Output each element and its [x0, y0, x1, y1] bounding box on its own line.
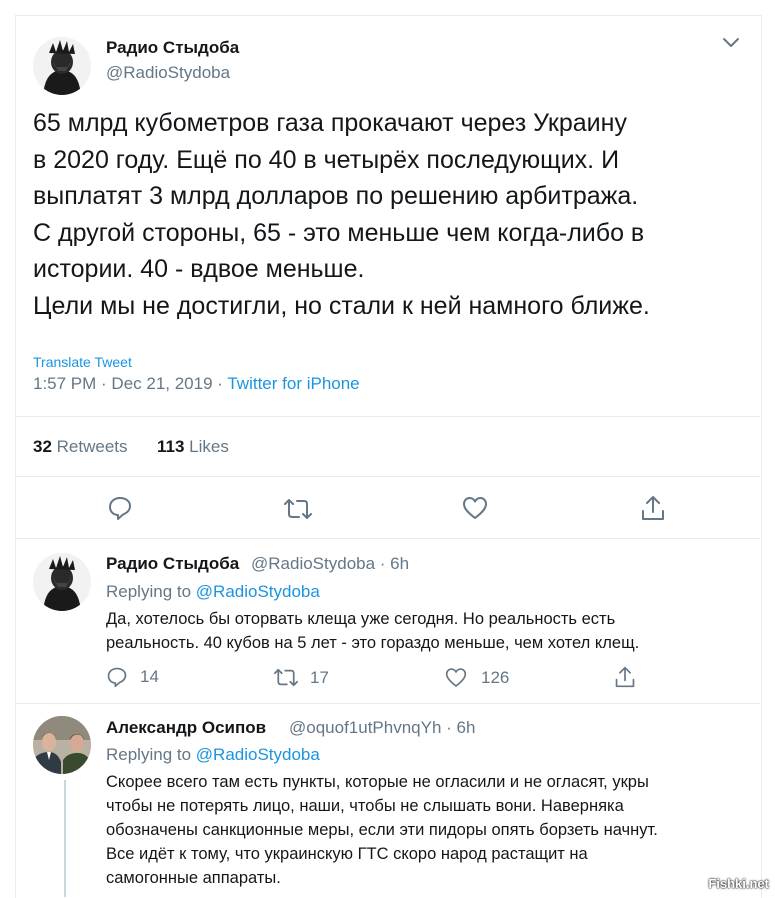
share-icon: [642, 496, 664, 520]
reply-text-line: Да, хотелось бы оторвать клеща уже сегод…: [106, 610, 616, 628]
share-button[interactable]: [640, 494, 666, 522]
likes-label: Likes: [189, 437, 229, 456]
chevron-down-icon[interactable]: [722, 36, 740, 50]
share-icon: [615, 666, 635, 688]
reply-text: Скорее всего там есть пункты, которые не…: [106, 770, 658, 890]
author-handle[interactable]: @RadioStydoba: [106, 63, 230, 83]
reply-text-line: обозначены санкционные меры, если эти пи…: [106, 821, 658, 839]
retweet-icon: [284, 499, 312, 519]
tweet-text-line: 65 млрд кубометров газа прокачают через …: [33, 109, 627, 137]
retweet-button[interactable]: 17: [274, 667, 329, 688]
watermark: Fishki.net: [708, 876, 769, 891]
avatar[interactable]: [33, 553, 91, 611]
reply-text: Да, хотелось бы оторвать клеща уже сегод…: [106, 607, 639, 655]
share-button[interactable]: [614, 665, 636, 689]
avatar[interactable]: [33, 37, 91, 95]
divider: [16, 538, 760, 539]
author-name[interactable]: Радио Стыдоба: [106, 38, 239, 58]
translate-tweet-link[interactable]: Translate Tweet: [33, 354, 132, 370]
heart-icon: [463, 497, 487, 519]
reply-author-name[interactable]: Александр Осипов: [106, 718, 266, 738]
retweets-label: Retweets: [56, 437, 128, 456]
tweet-text-line: истории. 40 - вдвое меньше.: [33, 255, 365, 283]
like-button[interactable]: [462, 496, 488, 520]
reply-icon: [107, 667, 127, 688]
reply-count: 14: [140, 667, 159, 686]
reply-text-line: Все идёт к тому, что украинскую ГТС скор…: [106, 845, 588, 863]
tweet-text-line: С другой стороны, 65 - это меньше чем ко…: [33, 218, 645, 247]
divider: [16, 476, 760, 477]
like-button[interactable]: 126: [445, 667, 509, 688]
heart-icon: [445, 668, 467, 687]
tweet-metadata: 1:57 PM · Dec 21, 2019 · Twitter for iPh…: [33, 374, 360, 394]
retweet-button[interactable]: [284, 497, 312, 521]
retweet-count: 17: [310, 667, 329, 687]
tweet-text-line: выплатят 3 млрд долларов по решению арби…: [33, 182, 639, 210]
reply-text-line: Скорее всего там есть пункты, которые не…: [106, 773, 649, 791]
replying-to-label: Replying to: [106, 745, 196, 764]
reply-text-line: самогонные аппараты.: [106, 869, 281, 887]
replying-to-handle[interactable]: @RadioStydoba: [196, 582, 320, 601]
tweet-source-link[interactable]: Twitter for iPhone: [227, 374, 359, 393]
replying-to: Replying to @RadioStydoba: [106, 745, 320, 765]
reply-handle-time[interactable]: @RadioStydoba · 6h: [251, 554, 409, 574]
likes-count: 113: [157, 437, 185, 456]
retweets-count: 32: [33, 437, 52, 456]
divider: [16, 703, 760, 704]
tweet-timestamp[interactable]: 1:57 PM · Dec 21, 2019 ·: [33, 374, 227, 393]
thread-line: [64, 780, 66, 897]
like-count: 126: [481, 667, 510, 687]
tweet-text-line: в 2020 году. Ещё по 40 в четырёх последу…: [33, 145, 620, 174]
reply-text-line: реальность. 40 кубов на 5 лет - это гора…: [106, 634, 640, 652]
reply-author-name[interactable]: Радио Стыдоба: [106, 554, 239, 574]
reply-icon: [109, 497, 131, 520]
replying-to: Replying to @RadioStydoba: [106, 582, 320, 602]
avatar[interactable]: [33, 716, 91, 774]
retweets-stat[interactable]: 32 Retweets: [33, 437, 128, 456]
replying-to-label: Replying to: [106, 582, 196, 601]
reply-text-line: чтобы не потерять лицо, наши, чтобы не с…: [106, 797, 624, 815]
tweet-stats: 32 Retweets 113 Likes: [33, 437, 229, 457]
reply-button[interactable]: [107, 495, 133, 521]
reply-handle-time[interactable]: @oquof1utPhvnqYh · 6h: [289, 718, 475, 738]
divider: [16, 416, 760, 417]
retweet-icon: [274, 668, 298, 687]
reply-button[interactable]: 14: [106, 666, 159, 688]
tweet-text-line: Цели мы не достигли, но стали к ней намн…: [33, 291, 650, 320]
tweet-text: 65 млрд кубометров газа прокачают через …: [33, 105, 748, 324]
likes-stat[interactable]: 113 Likes: [157, 437, 229, 456]
replying-to-handle[interactable]: @RadioStydoba: [196, 745, 320, 764]
